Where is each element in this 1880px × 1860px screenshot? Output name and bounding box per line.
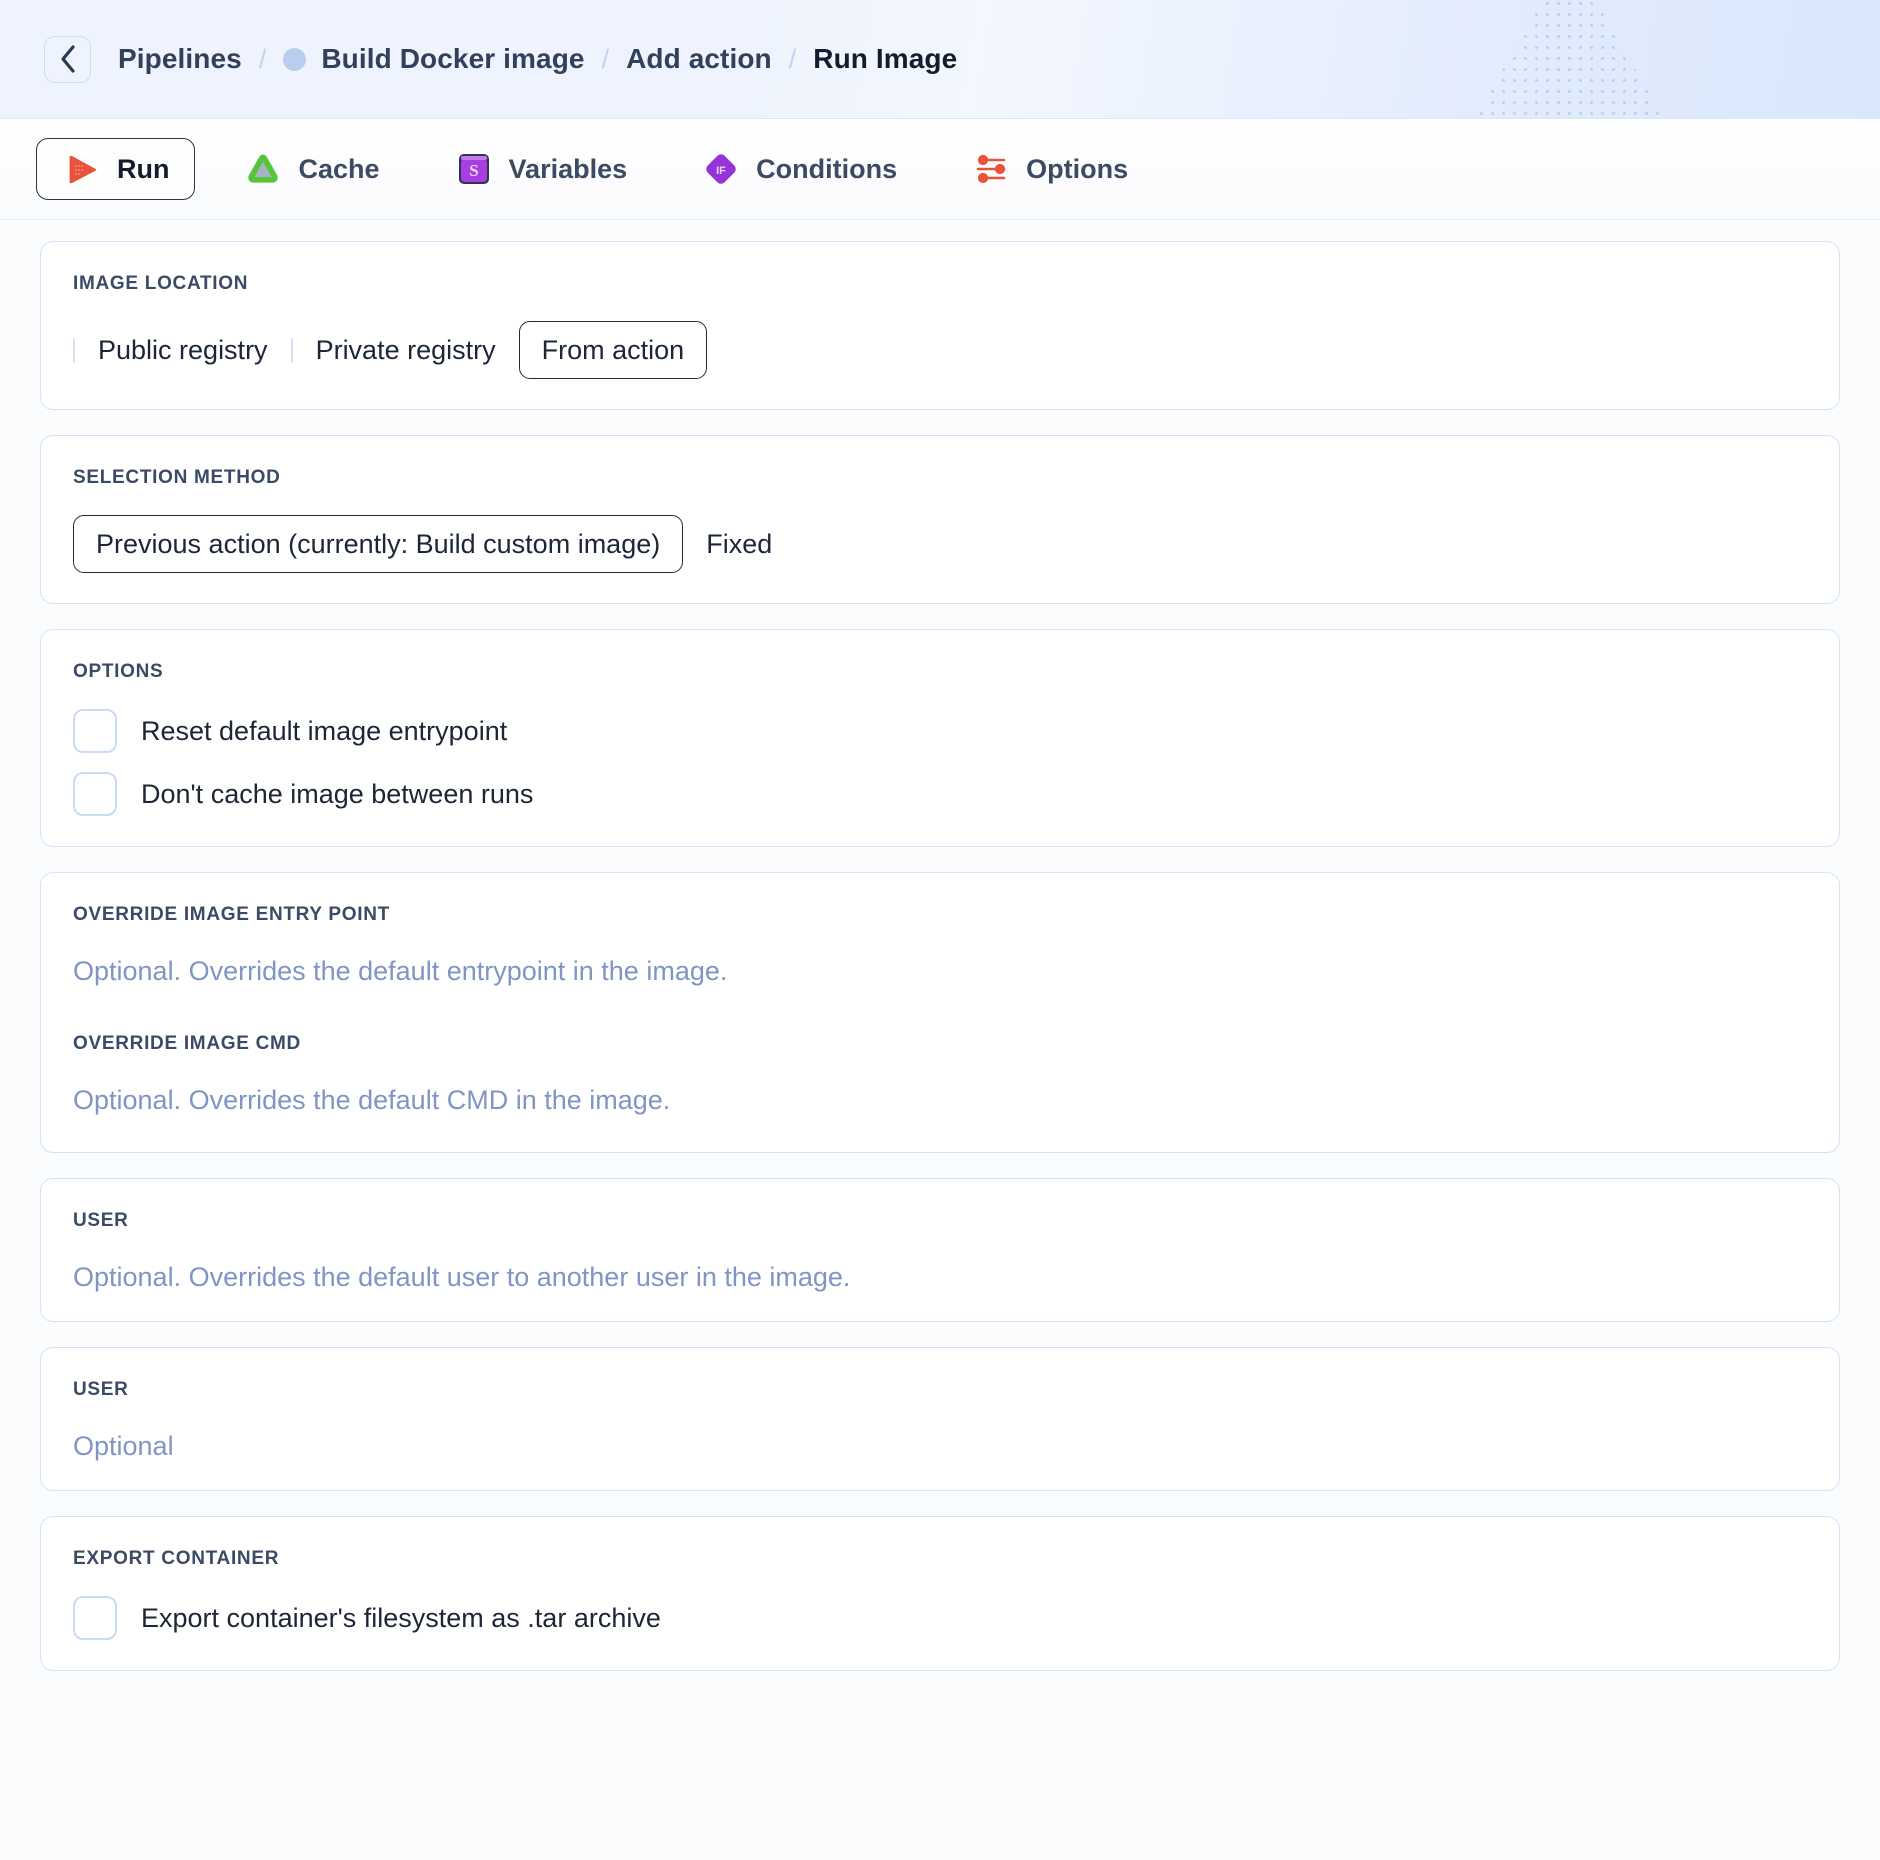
option-reset-entrypoint[interactable]: Reset default image entrypoint xyxy=(73,709,1807,753)
image-location-title: IMAGE LOCATION xyxy=(73,273,249,294)
tab-run[interactable]: Run xyxy=(36,138,196,200)
pipeline-status-dot-icon xyxy=(283,47,307,71)
card-image-location: IMAGE LOCATION Public registry Private r… xyxy=(40,241,1840,410)
sliders-icon xyxy=(971,149,1011,189)
breadcrumb: Pipelines / Build Docker image / Add act… xyxy=(118,43,957,75)
tab-run-label: Run xyxy=(117,153,170,184)
selection-method-title: SELECTION METHOD xyxy=(73,467,281,488)
breadcrumb-separator: / xyxy=(788,43,797,74)
choice-previous-action[interactable]: Previous action (currently: Build custom… xyxy=(73,515,684,573)
breadcrumb-separator: / xyxy=(601,43,610,74)
breadcrumb-item-pipeline-label: Build Docker image xyxy=(321,43,585,74)
breadcrumb-item-pipelines[interactable]: Pipelines xyxy=(118,43,242,75)
checkbox-export-tar-label: Export container's filesystem as .tar ar… xyxy=(141,1602,661,1633)
tab-conditions[interactable]: IF Conditions xyxy=(675,138,923,200)
user-override-title: USER xyxy=(73,1210,129,1231)
choice-private-registry[interactable]: Private registry xyxy=(293,321,519,379)
card-options: OPTIONS Reset default image entrypoint D… xyxy=(40,629,1840,847)
chevron-left-icon xyxy=(57,44,79,74)
override-entrypoint-title: OVERRIDE IMAGE ENTRY POINT xyxy=(73,904,390,925)
option-dont-cache[interactable]: Don't cache image between runs xyxy=(73,772,1807,816)
selection-method-choices: Previous action (currently: Build custom… xyxy=(73,515,1807,573)
export-container-title: EXPORT CONTAINER xyxy=(73,1548,280,1569)
main-content: IMAGE LOCATION Public registry Private r… xyxy=(0,220,1880,1671)
checkbox-reset-entrypoint[interactable] xyxy=(73,709,117,753)
choice-public-registry[interactable]: Public registry xyxy=(75,321,291,379)
variables-dollar-icon: S xyxy=(454,149,494,189)
image-location-choices: Public registry Private registry From ac… xyxy=(73,321,1807,379)
card-selection-method: SELECTION METHOD Previous action (curren… xyxy=(40,435,1840,604)
card-export-container: EXPORT CONTAINER Export container's file… xyxy=(40,1516,1840,1671)
choice-fixed[interactable]: Fixed xyxy=(683,515,795,573)
page-header: Pipelines / Build Docker image / Add act… xyxy=(0,0,1880,119)
tab-variables[interactable]: S Variables xyxy=(428,138,654,200)
options-title: OPTIONS xyxy=(73,661,164,682)
user-title: USER xyxy=(73,1379,129,1400)
tab-variables-label: Variables xyxy=(508,153,628,184)
checkbox-dont-cache-label: Don't cache image between runs xyxy=(141,778,534,809)
play-icon xyxy=(62,149,102,189)
card-overrides: OVERRIDE IMAGE ENTRY POINT Optional. Ove… xyxy=(40,872,1840,1153)
checkbox-reset-entrypoint-label: Reset default image entrypoint xyxy=(141,715,508,746)
action-tabbar: Run Cache S Variables IF Conditions Opti… xyxy=(0,119,1880,220)
breadcrumb-item-add-action[interactable]: Add action xyxy=(626,43,772,75)
breadcrumb-separator: / xyxy=(258,43,267,74)
override-entrypoint-input[interactable]: Optional. Overrides the default entrypoi… xyxy=(73,952,1807,993)
tab-cache-label: Cache xyxy=(298,153,380,184)
override-cmd-title: OVERRIDE IMAGE CMD xyxy=(73,1033,301,1054)
breadcrumb-item-current: Run Image xyxy=(813,43,958,74)
checkbox-export-tar[interactable] xyxy=(73,1596,117,1640)
override-cmd-input[interactable]: Optional. Overrides the default CMD in t… xyxy=(73,1081,1807,1122)
svg-text:IF: IF xyxy=(716,165,726,177)
tab-options-label: Options xyxy=(1026,153,1129,184)
cache-triangle-icon xyxy=(243,149,283,189)
card-user: USER Optional xyxy=(40,1347,1840,1491)
choice-from-action[interactable]: From action xyxy=(518,321,708,379)
tab-cache[interactable]: Cache xyxy=(217,138,405,200)
svg-text:S: S xyxy=(469,161,478,180)
breadcrumb-item-pipeline[interactable]: Build Docker image xyxy=(283,43,584,75)
tab-options[interactable]: Options xyxy=(945,138,1154,200)
conditions-if-icon: IF xyxy=(701,149,741,189)
header-decoration-dots xyxy=(1454,0,1684,118)
back-button[interactable] xyxy=(44,35,91,83)
user-override-input[interactable]: Optional. Overrides the default user to … xyxy=(73,1258,1807,1299)
checkbox-dont-cache[interactable] xyxy=(73,772,117,816)
card-user-override: USER Optional. Overrides the default use… xyxy=(40,1178,1840,1322)
option-export-tar[interactable]: Export container's filesystem as .tar ar… xyxy=(73,1596,1807,1640)
tab-conditions-label: Conditions xyxy=(756,153,898,184)
user-input[interactable]: Optional xyxy=(73,1427,1807,1468)
